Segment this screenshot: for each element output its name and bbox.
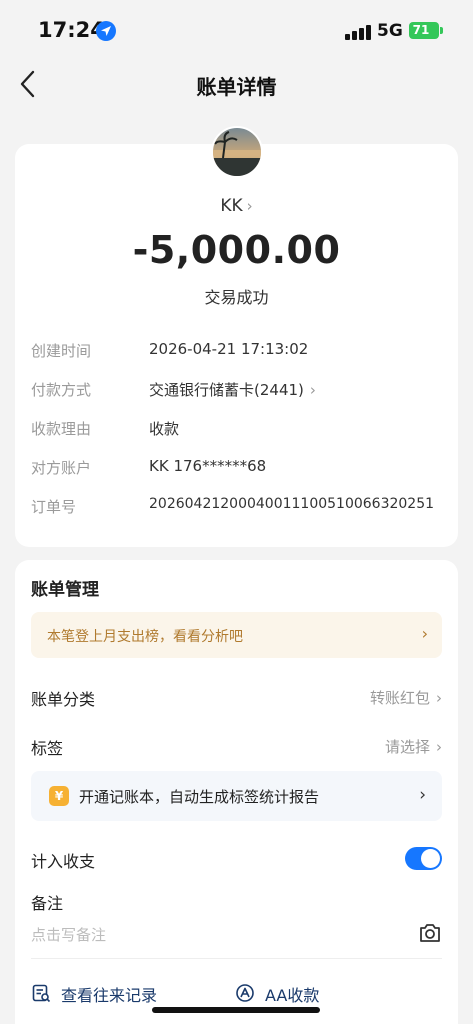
camera-icon[interactable] [418, 922, 442, 944]
setting-label: 账单分类 [31, 690, 96, 709]
tip-text: 本笔登上月支出榜，看看分析吧 [47, 629, 243, 645]
network-label: 5G [377, 21, 403, 41]
amount: -5,000.00 [132, 228, 341, 272]
ledger-promo-banner[interactable]: ¥ 开通记账本，自动生成标签统计报告 › [31, 771, 442, 821]
status-time: 17:24 [38, 18, 105, 42]
detail-row-account: 对方账户 KK 176******68 [15, 457, 458, 481]
toggle-knob [421, 849, 440, 868]
detail-value: 2026-04-21 17:13:02 [149, 340, 309, 358]
chevron-right-icon: › [436, 689, 442, 707]
bill-category-row[interactable]: 账单分类 转账红包 › [15, 682, 458, 712]
setting-label: 计入收支 [31, 852, 96, 871]
chevron-right-icon: › [309, 381, 316, 399]
payee-name: KK [220, 196, 243, 216]
detail-row-order: 订单号 20260421200040011100510066320251 [15, 496, 458, 520]
history-record-icon [32, 984, 51, 1003]
chevron-right-icon: › [436, 738, 442, 756]
promo-text: 开通记账本，自动生成标签统计报告 [79, 788, 320, 806]
spending-tip-banner[interactable]: 本笔登上月支出榜，看看分析吧 › [31, 612, 442, 658]
setting-value: 转账红包 › [370, 687, 442, 708]
page-title: 账单详情 [196, 75, 277, 99]
signal-icon [345, 24, 371, 40]
bill-management-card: 账单管理 本笔登上月支出榜，看看分析吧 › 账单分类 转账红包 › 标签 请选择 ›… [15, 560, 458, 1024]
section-title: 账单管理 [31, 580, 99, 600]
aa-collect-button[interactable]: AA收款 [235, 980, 355, 1008]
home-indicator [152, 1007, 320, 1013]
payment-method-link[interactable]: 交通银行储蓄卡(2441) › [149, 379, 316, 400]
battery-icon: 71 [409, 22, 439, 39]
detail-value: 收款 [149, 420, 180, 438]
detail-value: KK 176******68 [149, 457, 267, 475]
order-number: 20260421200040011100510066320251 [149, 496, 435, 512]
transaction-card: KK › -5,000.00 交易成功 创建时间 2026-04-21 17:13… [15, 126, 458, 547]
status-bar: 17:24 5G 71 [0, 0, 473, 56]
detail-label: 创建时间 [31, 342, 92, 360]
divider [31, 958, 442, 959]
detail-label: 订单号 [31, 498, 77, 516]
chevron-right-icon: › [421, 624, 428, 643]
setting-value: 请选择 › [385, 736, 442, 757]
location-arrow-icon [96, 21, 116, 41]
remark-input[interactable] [31, 922, 391, 948]
count-in-budget-row: 计入收支 [15, 844, 458, 874]
view-history-button[interactable]: 查看往来记录 [31, 980, 191, 1008]
remark-label: 备注 [31, 894, 64, 913]
ledger-icon: ¥ [49, 786, 69, 806]
action-label: 查看往来记录 [61, 986, 158, 1005]
chevron-right-icon: › [419, 785, 426, 805]
count-in-budget-toggle[interactable] [405, 847, 442, 870]
detail-row-payment: 付款方式 交通银行储蓄卡(2441) › [15, 379, 458, 403]
aa-icon [236, 984, 254, 1002]
detail-row-created: 创建时间 2026-04-21 17:13:02 [15, 340, 458, 364]
payment-method-value: 交通银行储蓄卡(2441) [149, 381, 304, 399]
transaction-status: 交易成功 [204, 288, 269, 307]
detail-label: 对方账户 [31, 459, 92, 477]
tag-row[interactable]: 标签 请选择 › [15, 731, 458, 761]
battery-cap [440, 27, 443, 34]
chevron-right-icon: › [246, 197, 253, 215]
payee-link[interactable]: KK › [15, 196, 458, 216]
detail-label: 付款方式 [31, 381, 92, 399]
action-label: AA收款 [265, 986, 320, 1005]
detail-row-reason: 收款理由 收款 [15, 418, 458, 442]
category-value: 转账红包 [369, 689, 430, 707]
tag-value: 请选择 [384, 738, 430, 756]
setting-label: 标签 [31, 739, 64, 758]
nav-bar: 账单详情 [0, 56, 473, 112]
avatar[interactable] [211, 126, 263, 178]
battery-level: 71 [412, 23, 430, 37]
detail-label: 收款理由 [31, 420, 92, 438]
